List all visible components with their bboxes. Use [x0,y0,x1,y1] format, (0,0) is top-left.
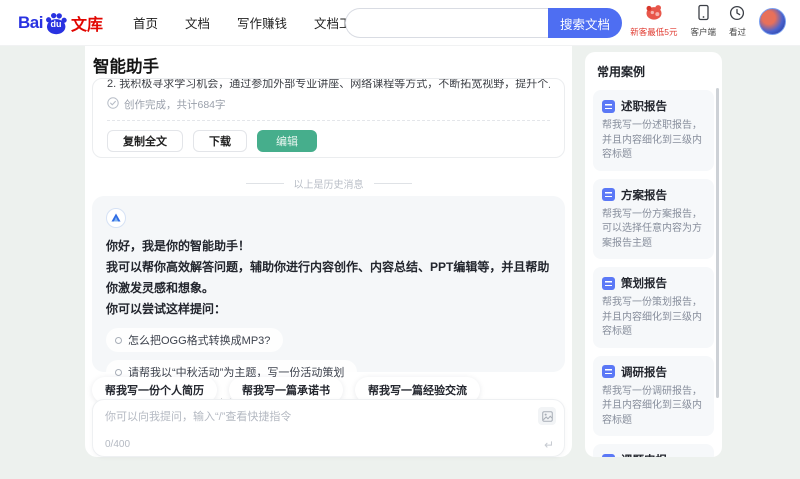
document-clipped-text: 2. 我积极寻求学习机会，通过参加外部专业讲座、网络课程等方式，不断拓宽视野，提… [107,79,550,89]
client-app-entry[interactable]: 客户端 [690,4,716,38]
top-navbar: Bai du 文库 首页 文档 写作赚钱 文档工具 更多 搜索文档 [0,0,800,46]
promo-mascot-icon [644,4,664,24]
case-item-project-application[interactable]: 课题申报 帮我写一份课题申报材料，课题自选 [593,444,714,457]
bullet-circle-icon [115,336,122,344]
viewed-label: 看过 [728,26,746,37]
check-circle-icon [107,97,119,112]
suggestion-chip[interactable]: 怎么把OGG格式转换成MP3? [106,328,284,352]
edit-button[interactable]: 编辑 [257,130,317,152]
document-icon [602,365,615,378]
generated-document-card: 2. 我积极寻求学习机会，通过参加外部专业讲座、网络课程等方式，不断拓宽视野，提… [92,78,565,158]
nav-home[interactable]: 首页 [133,13,158,32]
sidebar-scrollbar[interactable] [716,88,719,398]
char-counter: 0/400 [105,439,131,450]
client-label: 客户端 [690,27,716,37]
search-button[interactable]: 搜索文档 [548,8,622,38]
welcome-prompt-hint: 你可以尝试这样提问： [106,302,227,316]
copy-fulltext-button[interactable]: 复制全文 [107,130,183,152]
download-button[interactable]: 下载 [193,130,247,152]
enter-send-icon[interactable]: ↵ [544,438,554,452]
case-item-shuzhi-report[interactable]: 述职报告 帮我写一份述职报告，并且内容细化到三级内容标题 [593,90,714,171]
welcome-greeting: 你好，我是你的智能助手！ [106,239,251,253]
case-item-research-report[interactable]: 调研报告 帮我写一份调研报告，并且内容细化到三级内容标题 [593,355,714,436]
document-icon [602,99,615,113]
baidu-wenku-logo[interactable]: Bai du 文库 [18,11,103,35]
dashed-divider [107,120,550,121]
case-item-planning-report[interactable]: 策划报告 帮我写一份策划报告，并且内容细化到三级内容标题 [593,267,714,348]
document-icon [602,276,615,290]
promo-entry[interactable]: 新客最低5元 [630,4,677,38]
welcome-intro: 我可以帮你高效解答问题，辅助你进行内容创作、内容总结、PPT编辑等，并且帮助你激… [106,260,550,295]
logo-text-bai: Bai [18,12,43,32]
chat-input-box: 0/400 ↵ [92,399,565,457]
phone-icon [696,4,711,24]
sidebar-title: 常用案例 [597,65,646,79]
search-bar: 搜索文档 [345,8,622,38]
status-text: 创作完成，共计684字 [124,99,226,111]
assistant-avatar-icon [106,208,126,228]
page-title: 智能助手 [93,58,159,76]
clock-icon [729,5,745,24]
history-divider: 以上是历史消息 [85,176,572,191]
common-cases-sidebar: 常用案例 述职报告 帮我写一份述职报告，并且内容细化到三级内容标题 方案报告 帮… [585,52,722,457]
creation-status: 创作完成，共计684字 [107,97,550,112]
assistant-panel: 智能助手 2. 我积极寻求学习机会，通过参加外部专业讲座、网络课程等方式，不断拓… [85,46,572,457]
nav-write-earn[interactable]: 写作赚钱 [237,13,287,32]
promo-label: 新客最低5元 [630,27,678,37]
header-actions: 新客最低5元 客户端 看过 [630,4,786,38]
logo-text-du: du [50,19,62,30]
chat-input[interactable] [105,408,526,434]
search-input[interactable] [345,8,548,38]
user-avatar[interactable] [759,7,786,35]
image-upload-button[interactable] [538,407,556,425]
viewed-history-entry[interactable]: 看过 [729,5,746,38]
baidu-paw-icon: du [44,11,68,35]
nav-documents[interactable]: 文档 [185,13,210,32]
bullet-circle-icon [115,368,122,376]
case-item-plan-report[interactable]: 方案报告 帮我写一份方案报告，可以选择任意内容为方案报告主题 [593,178,714,259]
document-icon [602,188,615,201]
assistant-welcome-message: 你好，我是你的智能助手！ 我可以帮你高效解答问题，辅助你进行内容创作、内容总结、… [92,196,565,416]
logo-text-wenku: 文库 [70,16,103,34]
document-icon [602,453,615,457]
